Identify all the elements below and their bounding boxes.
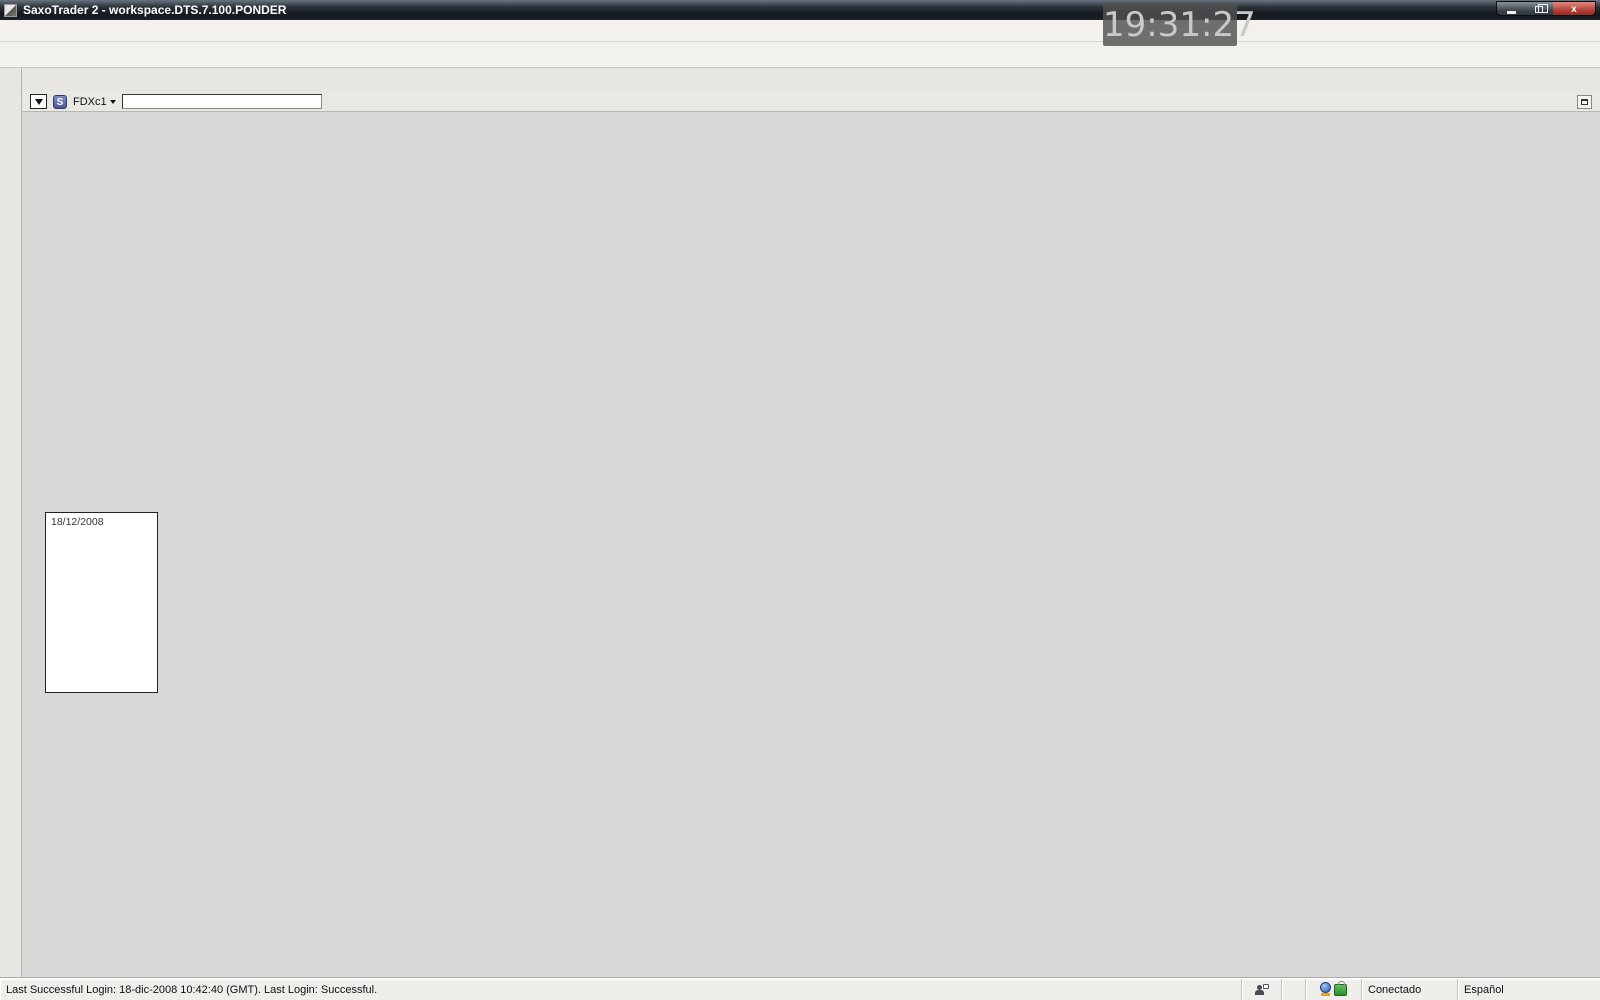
sidebar [0, 68, 22, 978]
connection-icons-cell [1306, 979, 1362, 1000]
lock-icon [1334, 984, 1347, 996]
close-button[interactable]: x [1553, 2, 1595, 16]
app-icon [4, 4, 17, 17]
tooltip-date: 18/12/2008 [46, 513, 157, 531]
login-status: Last Successful Login: 18-dic-2008 10:42… [0, 979, 1242, 1000]
chat-icon [1255, 984, 1269, 996]
chart-canvas[interactable] [22, 112, 1600, 976]
symbol-input[interactable] [122, 94, 322, 109]
ohlc-tooltip: 18/12/2008 [45, 512, 158, 693]
symbol-label: FDXc1 [73, 96, 107, 108]
window-controls: x [1496, 1, 1596, 16]
minimize-button[interactable] [1497, 2, 1525, 16]
chart-tab-strip [22, 68, 1600, 92]
window-title: SaxoTrader 2 - workspace.DTS.7.100.PONDE… [23, 3, 286, 17]
status-bar: Last Successful Login: 18-dic-2008 10:42… [0, 978, 1600, 1000]
spacer-cell [1282, 979, 1306, 1000]
clock-overlay: 19:31:27 [1103, 3, 1237, 46]
connection-status: Conectado [1362, 979, 1458, 1000]
restore-button[interactable] [1525, 2, 1553, 16]
chart-header: S FDXc1 [22, 92, 1600, 112]
language-status: Español [1458, 979, 1600, 1000]
chat-status-cell[interactable] [1242, 979, 1282, 1000]
chevron-down-icon [110, 100, 116, 104]
network-icon [1320, 982, 1331, 993]
module-toolbar [0, 42, 1600, 68]
symbol-selector[interactable]: FDXc1 [73, 96, 116, 108]
chart-maximize-button[interactable] [1577, 95, 1592, 109]
menu-bar [0, 20, 1600, 42]
title-bar: SaxoTrader 2 - workspace.DTS.7.100.PONDE… [0, 0, 1600, 20]
saxo-icon: S [53, 95, 67, 109]
chart-menu-dropdown[interactable] [30, 94, 47, 109]
